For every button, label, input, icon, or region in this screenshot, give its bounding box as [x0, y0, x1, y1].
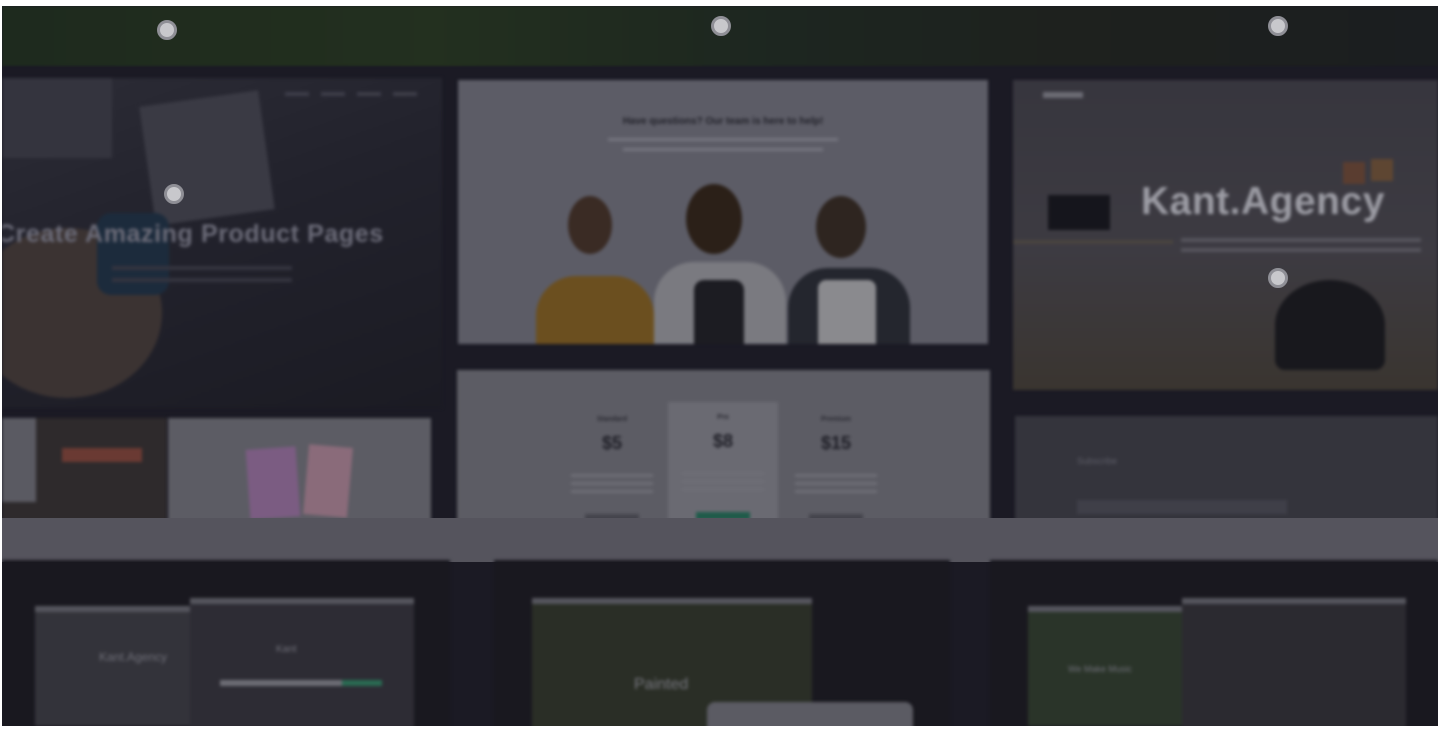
theme-gallery-overlay: Create Amazing Product Pages Have questi…: [2, 6, 1438, 726]
card-screen-front: [1182, 598, 1406, 726]
product-pages-subtext: [112, 266, 292, 270]
chair-image: [1275, 280, 1385, 370]
card-screen-back: Kant.Agency: [35, 606, 195, 726]
preview-bags[interactable]: [168, 418, 431, 524]
card-label: Painted: [634, 676, 689, 693]
preview-strip[interactable]: [2, 418, 167, 524]
theme-card-music[interactable]: We Make Music: [990, 560, 1438, 726]
agency-headline: Kant.Agency: [1141, 180, 1385, 223]
monitor-image: [1048, 195, 1110, 230]
pricing-plan-standard: Standard $5: [557, 404, 667, 524]
preview-agency[interactable]: Kant.Agency: [1013, 80, 1438, 390]
plan-name: Premium: [821, 416, 851, 423]
team-headline: Have questions? Our team is here to help…: [622, 116, 824, 127]
strip-panel: [2, 418, 36, 502]
subscribe-title: Subscribe: [1077, 456, 1118, 466]
top-band-image: [2, 6, 1438, 66]
slider-handle-2[interactable]: [711, 16, 731, 36]
background-card: [139, 90, 275, 226]
slider-handle-5[interactable]: [1268, 268, 1288, 288]
card-screen-back: We Make Music: [1028, 606, 1188, 726]
team-subtext-2: [623, 148, 823, 151]
plan-price: $5: [601, 433, 623, 453]
preview-pricing[interactable]: Standard $5 Pro $8 Premium $15: [457, 370, 990, 524]
card-label: We Make Music: [1068, 664, 1132, 674]
theme-card-kant[interactable]: Kant.Agency Kant: [2, 560, 450, 726]
preview-team[interactable]: Have questions? Our team is here to help…: [458, 80, 988, 344]
pricing-plan-premium: Premium $15: [781, 404, 891, 524]
agency-subtext: [1181, 238, 1421, 242]
scroll-tab[interactable]: [707, 702, 913, 726]
card-screen-front: Kant: [190, 598, 414, 726]
preview-nav: [285, 92, 417, 96]
background-paper: [2, 78, 112, 158]
slider-handle-1[interactable]: [157, 20, 177, 40]
card-screen-label: Kant: [276, 644, 297, 655]
preview-product-pages[interactable]: Create Amazing Product Pages: [2, 78, 442, 408]
product-pages-headline: Create Amazing Product Pages: [2, 220, 384, 248]
bag-image-1: [245, 446, 301, 520]
strip-banner: [62, 448, 142, 462]
pricing-plan-pro: Pro $8: [668, 402, 778, 522]
plan-name: Standard: [596, 416, 628, 423]
plan-name: Pro: [717, 414, 729, 421]
plan-price: $15: [820, 433, 852, 453]
team-subtext-1: [608, 138, 838, 141]
agency-logo: [1043, 92, 1083, 98]
bag-image-2: [303, 444, 353, 518]
card-label: Kant.Agency: [99, 650, 168, 664]
slider-handle-4[interactable]: [164, 184, 184, 204]
section-divider: [2, 518, 1438, 562]
desk-image: [1013, 240, 1173, 244]
subscribe-field: [1077, 500, 1287, 514]
slider-handle-3[interactable]: [1268, 16, 1288, 36]
plan-price: $8: [712, 431, 734, 451]
preview-subscribe[interactable]: Subscribe: [1015, 416, 1438, 524]
